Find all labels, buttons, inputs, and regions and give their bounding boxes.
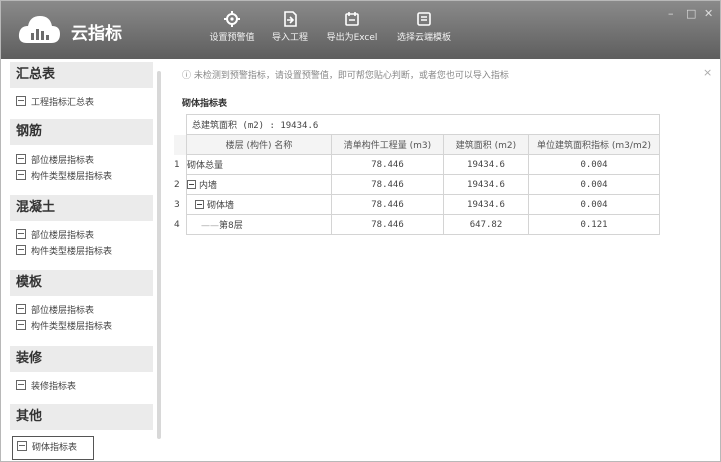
row-area: 19434.6	[443, 174, 529, 195]
table-row[interactable]: 1 砌体总量 78.446 19434.6 0.004	[174, 154, 660, 175]
tree-connector: ——	[201, 221, 219, 231]
header-building-area[interactable]: 建筑面积 (m2)	[443, 134, 529, 155]
warning-notice: ⓘ 未检测到预警指标，请设置预警值，即可帮您贴心判断，或者您也可以导入指标	[182, 71, 509, 81]
row-quantity: 78.446	[331, 154, 444, 175]
cloud-logo-icon	[18, 16, 60, 43]
header-unit-index[interactable]: 单位建筑面积指标 (m3/m2)	[528, 134, 660, 155]
table-icon	[16, 170, 26, 180]
table-icon	[16, 380, 26, 390]
export-excel-label: 导出为Excel	[326, 33, 378, 43]
table-icon	[16, 96, 26, 106]
sidebar-section-rebar[interactable]: 钢筋	[10, 119, 153, 145]
table-row[interactable]: 2 内墙 78.446 19434.6 0.004	[174, 174, 660, 195]
export-excel-icon	[345, 12, 359, 26]
import-project-button[interactable]: 导入工程	[267, 11, 313, 51]
sidebar-section-decoration[interactable]: 装修	[10, 346, 153, 372]
sidebar-section-other[interactable]: 其他	[10, 404, 153, 430]
row-name-cell: 砌体总量	[186, 154, 332, 175]
table-row[interactable]: 3 砌体墙 78.446 19434.6 0.004	[174, 194, 660, 215]
row-name: 砌体总量	[187, 161, 224, 171]
title-bar: 云指标 设置预警值 导入工程 导出为Excel 选择云端模板 – □ ✕	[1, 1, 720, 59]
sidebar-section-concrete[interactable]: 混凝土	[10, 195, 153, 221]
table-icon	[16, 154, 26, 164]
collapse-toggle-icon[interactable]	[187, 180, 196, 189]
cloud-template-icon	[417, 12, 431, 26]
total-area-label: 总建筑面积 (m2) : 19434.6	[186, 114, 660, 135]
sidebar-item-concrete-component-index[interactable]: 构件类型楼层指标表	[16, 244, 112, 260]
sidebar-item-label: 部位楼层指标表	[31, 306, 95, 316]
row-number: 3	[174, 199, 180, 210]
sidebar-item-label: 部位楼层指标表	[31, 231, 95, 241]
row-name-cell: ——第8层	[186, 214, 332, 235]
row-number-spacer	[174, 134, 187, 155]
total-area-row: 总建筑面积 (m2) : 19434.6	[174, 114, 660, 135]
sidebar: 汇总表 工程指标汇总表 钢筋 部位楼层指标表 构件类型楼层指标表 混凝土 部位楼…	[1, 59, 153, 461]
row-index: 0.004	[528, 174, 660, 195]
sidebar-item-label: 部位楼层指标表	[31, 156, 95, 166]
row-index: 0.004	[528, 194, 660, 215]
app-window: 云指标 设置预警值 导入工程 导出为Excel 选择云端模板 – □ ✕ 汇总表…	[0, 0, 721, 462]
select-cloud-template-button[interactable]: 选择云端模板	[391, 11, 457, 51]
select-cloud-template-label: 选择云端模板	[396, 33, 451, 43]
sidebar-item-concrete-floor-index[interactable]: 部位楼层指标表	[16, 228, 94, 244]
notice-close-button[interactable]: ×	[703, 66, 712, 79]
sidebar-item-label: 工程指标汇总表	[31, 98, 95, 108]
table-row[interactable]: 4 ——第8层 78.446 647.82 0.121	[174, 214, 660, 235]
sidebar-section-summary[interactable]: 汇总表	[10, 62, 153, 88]
minimize-button[interactable]: –	[668, 7, 674, 20]
sidebar-item-rebar-floor-index[interactable]: 部位楼层指标表	[16, 153, 94, 169]
header-floor-name[interactable]: 楼层 (构件) 名称	[186, 134, 332, 155]
row-name-cell: 内墙	[186, 174, 332, 195]
gear-icon	[224, 11, 240, 27]
sidebar-item-masonry-index[interactable]: 砌体指标表	[12, 436, 95, 460]
row-number: 4	[174, 219, 180, 230]
row-number: 1	[174, 159, 180, 170]
sidebar-item-label: 装修指标表	[31, 382, 77, 392]
sidebar-item-project-index-summary[interactable]: 工程指标汇总表	[16, 95, 94, 111]
table-title: 砌体指标表	[182, 99, 228, 109]
sidebar-item-formwork-component-index[interactable]: 构件类型楼层指标表	[16, 319, 112, 335]
set-warning-label: 设置预警值	[209, 33, 255, 43]
sidebar-item-label: 构件类型楼层指标表	[31, 322, 113, 332]
import-project-label: 导入工程	[271, 33, 308, 43]
table-header-row: 楼层 (构件) 名称 清单构件工程量 (m3) 建筑面积 (m2) 单位建筑面积…	[174, 134, 660, 155]
close-button[interactable]: ✕	[704, 7, 713, 20]
sidebar-item-label: 构件类型楼层指标表	[31, 172, 113, 182]
set-warning-button[interactable]: 设置预警值	[205, 11, 259, 51]
row-name: 内墙	[199, 181, 218, 191]
table-icon	[17, 441, 27, 451]
sidebar-item-formwork-floor-index[interactable]: 部位楼层指标表	[16, 303, 94, 319]
row-index: 0.121	[528, 214, 660, 235]
row-area: 19434.6	[443, 194, 529, 215]
sidebar-scrollbar[interactable]	[157, 71, 161, 439]
table-icon	[16, 304, 26, 314]
sidebar-item-label: 砌体指标表	[32, 443, 78, 453]
row-name: 砌体墙	[207, 201, 235, 211]
table-icon	[16, 320, 26, 330]
table-icon	[16, 229, 26, 239]
collapse-toggle-icon[interactable]	[195, 200, 204, 209]
row-number-spacer	[174, 114, 187, 135]
row-quantity: 78.446	[331, 214, 444, 235]
row-area: 647.82	[443, 214, 529, 235]
row-quantity: 78.446	[331, 174, 444, 195]
header-quantity[interactable]: 清单构件工程量 (m3)	[331, 134, 444, 155]
sidebar-section-formwork[interactable]: 模板	[10, 270, 153, 296]
masonry-index-table: 总建筑面积 (m2) : 19434.6 楼层 (构件) 名称 清单构件工程量 …	[174, 114, 660, 235]
row-number: 2	[174, 179, 180, 190]
row-name-cell: 砌体墙	[186, 194, 332, 215]
main-panel: ⓘ 未检测到预警指标，请设置预警值，即可帮您贴心判断，或者您也可以导入指标 × …	[164, 59, 720, 461]
row-quantity: 78.446	[331, 194, 444, 215]
sidebar-item-decoration-index[interactable]: 装修指标表	[16, 379, 76, 395]
app-name: 云指标	[71, 24, 122, 44]
sidebar-item-label: 构件类型楼层指标表	[31, 247, 113, 257]
maximize-button[interactable]: □	[686, 7, 696, 20]
row-name: 第8层	[219, 221, 243, 231]
row-index: 0.004	[528, 154, 660, 175]
sidebar-item-rebar-component-index[interactable]: 构件类型楼层指标表	[16, 169, 112, 185]
row-area: 19434.6	[443, 154, 529, 175]
table-icon	[16, 245, 26, 255]
export-excel-button[interactable]: 导出为Excel	[321, 11, 383, 51]
import-icon	[284, 11, 297, 27]
